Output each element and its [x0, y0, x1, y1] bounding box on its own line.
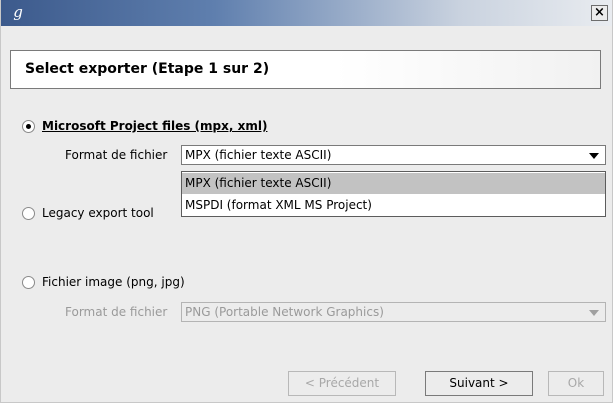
- previous-button[interactable]: < Précédent: [288, 371, 396, 396]
- option-legacy-export[interactable]: Legacy export tool: [22, 204, 154, 222]
- format-label-project: Format de fichier: [65, 148, 168, 162]
- radio-microsoft-project[interactable]: [22, 119, 35, 133]
- ok-button[interactable]: Ok: [548, 371, 604, 396]
- chevron-down-icon[interactable]: [589, 153, 599, 159]
- wizard-header: Select exporter (Etape 1 sur 2): [10, 50, 601, 89]
- next-button[interactable]: Suivant >: [425, 371, 533, 396]
- app-logo-icon: g: [13, 3, 23, 21]
- format-label-image: Format de fichier: [65, 305, 168, 319]
- project-format-select[interactable]: MPX (fichier texte ASCII): [181, 145, 606, 165]
- export-wizard-window: g × Select exporter (Etape 1 sur 2) Micr…: [0, 0, 613, 403]
- option-image-file[interactable]: Fichier image (png, jpg): [22, 273, 185, 291]
- option-label-legacy-export: Legacy export tool: [42, 206, 154, 220]
- radio-legacy-export[interactable]: [22, 206, 35, 220]
- page-title: Select exporter (Etape 1 sur 2): [25, 61, 270, 77]
- image-format-value: PNG (Portable Network Graphics): [185, 305, 384, 319]
- radio-image-file[interactable]: [22, 275, 35, 289]
- dropdown-item-mspdi[interactable]: MSPDI (format XML MS Project): [182, 195, 605, 216]
- chevron-down-icon: [589, 310, 599, 316]
- image-format-select: PNG (Portable Network Graphics): [181, 302, 606, 322]
- option-label-image-file: Fichier image (png, jpg): [42, 275, 185, 289]
- option-microsoft-project[interactable]: Microsoft Project files (mpx, xml): [22, 117, 267, 135]
- format-dropdown-list: MPX (fichier texte ASCII) MSPDI (format …: [181, 171, 606, 217]
- title-bar[interactable]: g ×: [1, 0, 612, 26]
- project-format-value: MPX (fichier texte ASCII): [185, 148, 332, 162]
- dropdown-item-mpx[interactable]: MPX (fichier texte ASCII): [182, 173, 605, 194]
- close-button[interactable]: ×: [591, 5, 608, 21]
- option-label-microsoft-project: Microsoft Project files (mpx, xml): [42, 119, 268, 133]
